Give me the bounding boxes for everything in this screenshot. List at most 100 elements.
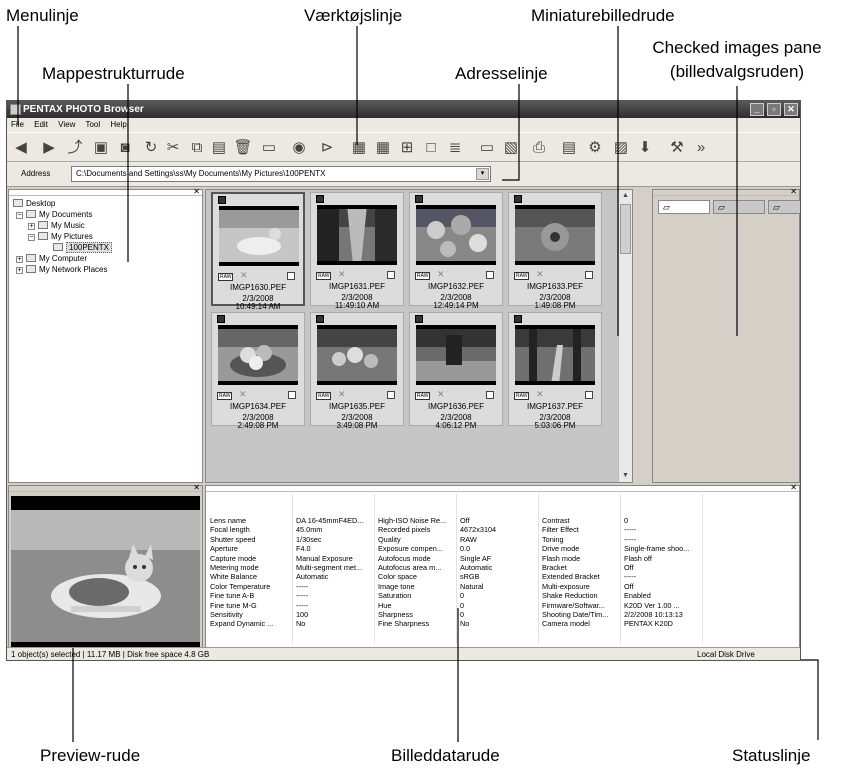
up-folder-icon[interactable]: ⤴ [65, 138, 85, 158]
plugin-icon[interactable]: ⬇ [635, 138, 655, 158]
checked-tab-3[interactable]: ▱ [768, 200, 800, 214]
data-value: Natural [460, 581, 484, 591]
thumbnail-item[interactable]: RAW ✕ IMGP1633.PEF 2/3/2008 1:49:08 PM [508, 192, 602, 310]
print-icon[interactable]: ⎙ [529, 138, 549, 158]
paste-icon[interactable]: ▤ [209, 138, 229, 158]
tree-item-desktop[interactable]: Desktop [13, 199, 55, 208]
select-checkbox[interactable] [288, 391, 296, 399]
forward-icon[interactable]: ▶ [39, 138, 59, 158]
address-value: C:\Documents and Settings\ss\My Document… [76, 169, 326, 178]
edit-wand-icon[interactable]: ✕ [338, 269, 346, 280]
rotate-icon[interactable]: ↻ [141, 138, 161, 158]
data-label: Aperture [210, 544, 238, 554]
3d-icon[interactable]: ▣ [91, 138, 111, 158]
thumbnail-filename: IMGP1632.PEF [427, 282, 485, 291]
export-icon[interactable]: ▤ [559, 138, 579, 158]
menu-edit[interactable]: Edit [34, 120, 48, 129]
data-label: Flash mode [542, 553, 581, 563]
thumbnail-scrollbar[interactable]: ▲ ▼ [618, 190, 632, 482]
more-icon[interactable]: » [691, 138, 711, 158]
tools-icon[interactable]: ⚒ [667, 138, 687, 158]
select-checkbox[interactable] [387, 271, 395, 279]
thumbnail-item[interactable]: RAW ✕ IMGP1630.PEF 2/3/2008 10:49:14 AM [211, 192, 305, 311]
tree-item-my-pictures[interactable]: My Pictures [38, 232, 93, 241]
select-checkbox[interactable] [486, 271, 494, 279]
maximize-button[interactable]: ▫ [767, 103, 781, 116]
thumbnail-item[interactable]: RAW ✕ IMGP1637.PEF 2/3/2008 5:03:06 PM [508, 312, 602, 430]
thumbnail-item[interactable]: RAW ✕ IMGP1636.PEF 2/3/2008 4:06:12 PM [409, 312, 503, 430]
edit-wand-icon[interactable]: ✕ [338, 389, 346, 400]
checked-tab-1[interactable]: ▱ [658, 200, 710, 214]
close-pane-icon[interactable]: ✕ [790, 483, 797, 492]
back-icon[interactable]: ◀ [11, 138, 31, 158]
edit-wand-icon[interactable]: ✕ [239, 389, 247, 400]
close-pane-icon[interactable]: ✕ [193, 187, 200, 196]
data-value: Off [624, 581, 634, 591]
panel-icon[interactable]: ▭ [477, 138, 497, 158]
tree-item-my-computer[interactable]: My Computer [26, 254, 87, 263]
thumbnail-item[interactable]: RAW ✕ IMGP1632.PEF 2/3/2008 12:49:14 PM [409, 192, 503, 310]
tree-item-100pentx[interactable]: 100PENTX [53, 242, 113, 253]
delete-icon[interactable]: 🗑 [233, 138, 253, 158]
select-checkbox[interactable] [486, 391, 494, 399]
expand-icon[interactable]: + [28, 223, 35, 230]
expand-icon[interactable]: + [16, 267, 23, 274]
address-dropdown-icon[interactable]: ▾ [476, 168, 489, 180]
edit-wand-icon[interactable]: ✕ [240, 270, 248, 281]
select-checkbox[interactable] [585, 391, 593, 399]
cut-icon[interactable]: ✂ [163, 138, 183, 158]
data-label: Color space [378, 572, 417, 582]
collapse-icon[interactable]: − [16, 212, 23, 219]
scroll-up-icon[interactable]: ▲ [619, 190, 632, 202]
protect-icon [514, 195, 522, 203]
lab-icon[interactable]: ◙ [115, 138, 135, 158]
collapse-icon[interactable]: − [28, 234, 35, 241]
data-value: F4.0 [296, 544, 311, 554]
close-button[interactable]: ✕ [784, 103, 798, 116]
menu-help[interactable]: Help [110, 120, 126, 129]
app-window: PENTAX PHOTO Browser _ ▫ ✕ File Edit Vie… [6, 100, 801, 661]
edit-wand-icon[interactable]: ✕ [437, 269, 445, 280]
thumbnail-item[interactable]: RAW ✕ IMGP1631.PEF 2/3/2008 11:49:10 AM [310, 192, 404, 310]
scroll-thumb[interactable] [620, 204, 631, 254]
edit-wand-icon[interactable]: ✕ [536, 389, 544, 400]
close-pane-icon[interactable]: ✕ [790, 187, 797, 196]
copy-icon[interactable]: ⧉ [187, 138, 207, 158]
single-view-icon[interactable]: □ [421, 138, 441, 158]
menu-view[interactable]: View [58, 120, 75, 129]
settings-icon[interactable]: ⚙ [585, 138, 605, 158]
select-checkbox[interactable] [387, 391, 395, 399]
thumbnail-item[interactable]: RAW ✕ IMGP1634.PEF 2/3/2008 2:49:08 PM [211, 312, 305, 430]
view-icon[interactable]: ◉ [289, 138, 309, 158]
camera-icon[interactable]: ▨ [611, 138, 631, 158]
grid-split-icon[interactable]: ⊞ [397, 138, 417, 158]
title-bar: PENTAX PHOTO Browser _ ▫ ✕ [7, 101, 800, 118]
grid-large-icon[interactable]: ▦ [373, 138, 393, 158]
grid-small-icon[interactable]: ▦ [349, 138, 369, 158]
address-input[interactable]: C:\Documents and Settings\ss\My Document… [71, 166, 491, 182]
menu-file[interactable]: File [11, 120, 24, 129]
select-checkbox[interactable] [585, 271, 593, 279]
slideshow-icon[interactable]: ▭ [259, 138, 279, 158]
data-label: Shooting Date/Tim... [542, 610, 609, 619]
book-icon[interactable]: ▧ [501, 138, 521, 158]
menu-tool[interactable]: Tool [85, 120, 100, 129]
expand-icon[interactable]: + [16, 256, 23, 263]
edit-wand-icon[interactable]: ✕ [536, 269, 544, 280]
data-label: Toning [542, 534, 564, 544]
tree-item-my-music[interactable]: My Music [38, 221, 85, 230]
preview-pane: ✕ [8, 483, 203, 660]
edit-wand-icon[interactable]: ✕ [437, 389, 445, 400]
select-checkbox[interactable] [287, 272, 295, 280]
filter-icon[interactable]: ⊳ [317, 138, 337, 158]
checked-tab-2[interactable]: ▱ [713, 200, 765, 214]
scroll-down-icon[interactable]: ▼ [619, 470, 632, 482]
close-pane-icon[interactable]: ✕ [193, 483, 200, 492]
data-value: 45.0mm [296, 525, 323, 535]
tree-item-my-network-places[interactable]: My Network Places [26, 265, 107, 274]
tree-item-my-documents[interactable]: My Documents [26, 210, 92, 219]
thumbnail-filename: IMGP1636.PEF [427, 402, 485, 411]
detail-view-icon[interactable]: ≣ [445, 138, 465, 158]
thumbnail-item[interactable]: RAW ✕ IMGP1635.PEF 2/3/2008 3:49:08 PM [310, 312, 404, 430]
minimize-button[interactable]: _ [750, 103, 764, 116]
